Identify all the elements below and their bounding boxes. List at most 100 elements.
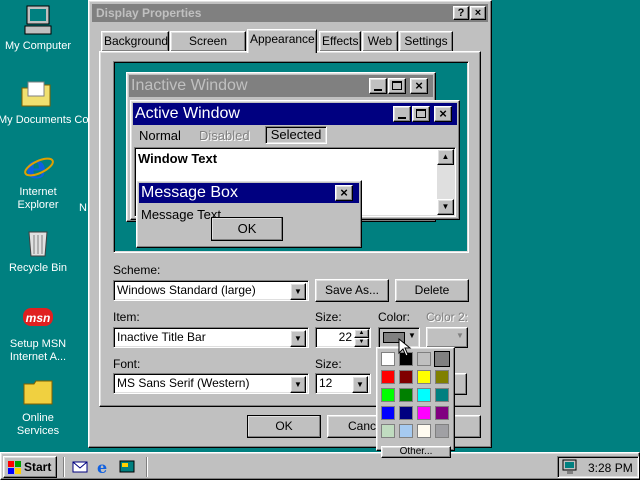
font-size-value: 12 <box>319 376 333 390</box>
chevron-down-icon[interactable]: ▼ <box>290 330 306 347</box>
mouse-cursor-icon <box>398 338 412 357</box>
font-size-dropdown[interactable]: 12 ▼ <box>315 373 371 394</box>
color2-picker-button: ▼ <box>426 327 468 348</box>
color2-label: Color 2: <box>426 310 469 324</box>
item-size-spinner[interactable]: 22 ▲ ▼ <box>315 327 371 348</box>
color-swatch[interactable] <box>417 352 431 366</box>
item-dropdown[interactable]: Inactive Title Bar ▼ <box>113 327 309 348</box>
display-settings-icon[interactable] <box>562 459 578 475</box>
chevron-down-icon[interactable]: ▼ <box>352 376 368 393</box>
desktop-icon-my-documents[interactable]: My Documents Co <box>0 78 89 127</box>
close-button[interactable]: × <box>470 6 486 20</box>
msn-badge-text: msn <box>26 311 51 325</box>
color-swatch[interactable] <box>435 370 449 384</box>
color-swatch[interactable] <box>381 424 395 438</box>
recycle-bin-icon <box>22 226 54 258</box>
preview-msgbox-ok: OK <box>211 217 283 241</box>
color-swatch[interactable] <box>381 406 395 420</box>
close-icon: × <box>434 106 452 122</box>
color-label: Color: <box>378 310 411 324</box>
maximize-icon <box>412 106 430 122</box>
desktop-icon-internet-explorer[interactable]: e Internet Explorer <box>0 148 80 212</box>
color-palette-popup[interactable]: Other... <box>376 347 455 458</box>
color-swatch[interactable] <box>435 424 449 438</box>
tab-web[interactable]: Web <box>362 31 398 51</box>
font-value: MS Sans Serif (Western) <box>117 376 250 390</box>
svg-text:e: e <box>97 459 107 475</box>
preview-menu-selected: Selected <box>265 126 327 144</box>
color-swatch[interactable] <box>381 370 395 384</box>
tab-appearance[interactable]: Appearance <box>247 29 317 53</box>
preview-msgbox-titlebar: Message Box <box>139 183 359 203</box>
tab-effects[interactable]: Effects <box>319 31 361 51</box>
maximize-icon <box>388 78 406 94</box>
preview-message-box[interactable]: Message Box × Message Text OK <box>136 180 362 248</box>
taskbar: Start e 3:28 PM <box>0 452 640 480</box>
preview-inactive-title: Inactive Window <box>131 77 248 94</box>
color-swatch[interactable] <box>417 370 431 384</box>
windows-logo-icon <box>8 461 21 474</box>
spinner-down-icon[interactable]: ▼ <box>354 338 369 347</box>
desktop-icon-label-1: Online <box>22 412 54 424</box>
desktop-icon-label-1: Internet <box>19 186 57 198</box>
color-swatch[interactable] <box>417 406 431 420</box>
preview-scrollbar: ▲ ▼ <box>437 149 454 215</box>
color-swatch[interactable] <box>399 424 413 438</box>
other-color-button[interactable]: Other... <box>381 446 451 458</box>
scheme-dropdown[interactable]: Windows Standard (large) ▼ <box>113 280 309 301</box>
chevron-down-icon[interactable]: ▼ <box>290 283 306 300</box>
help-button[interactable]: ? <box>453 6 469 20</box>
color-swatch[interactable] <box>417 388 431 402</box>
scroll-down-icon: ▼ <box>437 199 454 215</box>
chevron-down-icon[interactable]: ▼ <box>290 376 306 393</box>
desktop-stray-text: N <box>79 202 87 214</box>
scheme-label: Scheme: <box>113 263 161 277</box>
desktop-icon-label-2: Internet A... <box>9 351 67 363</box>
font-dropdown[interactable]: MS Sans Serif (Western) ▼ <box>113 373 309 394</box>
chevron-down-icon: ▼ <box>456 331 464 340</box>
preview-active-title: Active Window <box>135 105 240 122</box>
desktop-icon-msn[interactable]: msn Setup MSN Internet A... <box>0 302 80 364</box>
preview-msgbox-text: Message Text <box>141 207 221 222</box>
close-icon: × <box>335 185 353 201</box>
desktop-icon-label-1: Setup MSN <box>9 338 67 350</box>
color-swatch[interactable] <box>399 370 413 384</box>
msn-icon: msn <box>22 302 54 334</box>
color-swatch[interactable] <box>417 424 431 438</box>
close-icon: × <box>410 78 428 94</box>
tab-screen-saver[interactable]: Screen Saver <box>170 31 246 66</box>
desktop-icon-online-services[interactable]: Online Services <box>0 376 80 438</box>
save-as-button[interactable]: Save As... <box>315 279 389 302</box>
taskbar-separator <box>146 457 148 477</box>
ie-icon[interactable]: e <box>96 459 112 475</box>
item-size-label: Size: <box>315 310 342 324</box>
spinner-up-icon[interactable]: ▲ <box>354 329 369 338</box>
color-swatch[interactable] <box>381 352 395 366</box>
color-swatch[interactable] <box>399 406 413 420</box>
folder-icon <box>22 376 54 408</box>
appearance-preview[interactable]: Inactive Window × Active Window × Normal… <box>113 61 469 253</box>
desktop-icon-recycle-bin[interactable]: Recycle Bin <box>0 226 80 275</box>
preview-menu-normal: Normal <box>139 128 181 143</box>
start-label: Start <box>24 460 52 474</box>
color-swatch[interactable] <box>434 351 450 367</box>
tab-background[interactable]: Background <box>101 31 169 51</box>
color-swatch[interactable] <box>381 388 395 402</box>
color-swatch[interactable] <box>399 388 413 402</box>
desktop-icon-label: My Documents Co <box>0 114 89 126</box>
desktop-icon-my-computer[interactable]: My Computer <box>0 4 80 53</box>
scheme-value: Windows Standard (large) <box>117 283 256 297</box>
ie-icon: e <box>22 148 54 186</box>
start-button[interactable]: Start <box>3 456 57 478</box>
clock[interactable]: 3:28 PM <box>588 461 633 475</box>
show-desktop-icon[interactable] <box>119 459 135 475</box>
ok-button[interactable]: OK <box>247 415 321 438</box>
color-swatch[interactable] <box>435 406 449 420</box>
dialog-titlebar[interactable]: Display Properties <box>92 4 488 22</box>
desktop-icon-label-2: Services <box>16 425 60 437</box>
outlook-express-icon[interactable] <box>72 459 88 475</box>
delete-button[interactable]: Delete <box>395 279 469 302</box>
color-swatch[interactable] <box>435 388 449 402</box>
tab-settings[interactable]: Settings <box>399 31 453 51</box>
taskbar-separator <box>63 457 65 477</box>
